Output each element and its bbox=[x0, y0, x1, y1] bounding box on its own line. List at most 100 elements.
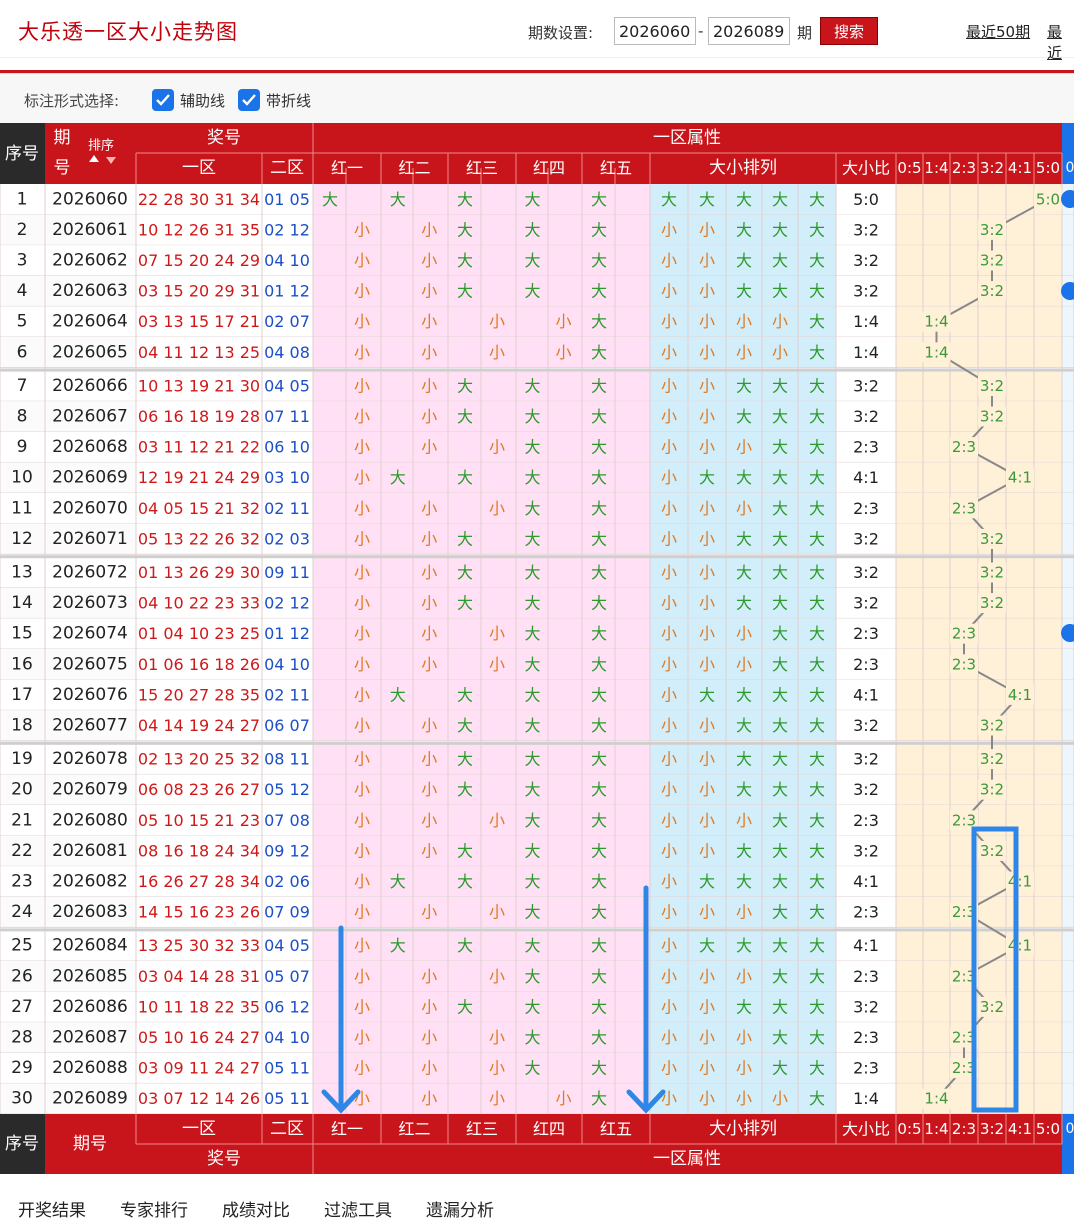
row-ratio: 1:4 bbox=[853, 312, 879, 331]
arrange-mark: 大 bbox=[809, 499, 825, 518]
arrange-mark: 大 bbox=[809, 624, 825, 643]
arrange-mark: 小 bbox=[736, 811, 752, 830]
row-seq: 27 bbox=[11, 997, 33, 1017]
nav-lottery-result[interactable]: 开奖结果 bbox=[18, 1196, 86, 1221]
nav-score-compare[interactable]: 成绩对比 bbox=[222, 1196, 290, 1221]
trend-table: 序号期号排序 奖号 一区属性一区 二区 红一 红二 红三 红四 红五 大小排列 大小比 0:5 1:4 2… bbox=[0, 123, 1074, 1174]
arrange-mark: 小 bbox=[661, 438, 677, 457]
extra-cell bbox=[1062, 991, 1074, 1023]
red-attr-mark: 小 bbox=[489, 624, 505, 643]
arrange-mark: 大 bbox=[809, 872, 825, 891]
red-attr-mark: 小 bbox=[489, 811, 505, 830]
arrange-mark: 大 bbox=[736, 468, 752, 487]
header-red-label: 红五 bbox=[600, 159, 632, 178]
arrange-mark: 小 bbox=[699, 376, 715, 395]
trend-point-label: 3:2 bbox=[980, 842, 1004, 860]
row-issue: 2026073 bbox=[52, 593, 128, 613]
footer-ratio-col: 4:1 bbox=[1008, 1120, 1032, 1138]
header-arrange-label: 大小排列 bbox=[709, 158, 777, 178]
row-front-numbers: 01 13 26 29 30 bbox=[138, 563, 260, 582]
arrange-mark: 小 bbox=[772, 1089, 788, 1108]
red-attr-mark: 大 bbox=[591, 343, 607, 362]
nav-expert-rank[interactable]: 专家排行 bbox=[120, 1196, 188, 1221]
row-ratio: 3:2 bbox=[853, 282, 879, 301]
row-issue: 2026066 bbox=[52, 376, 128, 396]
red-attr-mark: 小 bbox=[354, 499, 370, 518]
red-attr-mark: 小 bbox=[421, 750, 437, 769]
nav-filter-tool[interactable]: 过滤工具 bbox=[324, 1196, 392, 1221]
header-ratio-col: 4:1 bbox=[1008, 159, 1032, 177]
arrange-mark: 大 bbox=[809, 903, 825, 922]
arrange-mark: 小 bbox=[661, 750, 677, 769]
red-attr-mark: 小 bbox=[354, 936, 370, 955]
arrange-mark: 小 bbox=[661, 841, 677, 860]
arrange-mark: 大 bbox=[809, 967, 825, 986]
red-attr-mark: 小 bbox=[354, 967, 370, 986]
row-issue: 2026079 bbox=[52, 780, 128, 800]
footer-red-label: 红五 bbox=[600, 1120, 632, 1139]
arrange-mark: 大 bbox=[699, 685, 715, 704]
red-attr-mark: 大 bbox=[457, 282, 473, 301]
row-back-numbers: 05 12 bbox=[264, 780, 310, 799]
red-attr-mark: 小 bbox=[489, 343, 505, 362]
arrange-mark: 大 bbox=[772, 811, 788, 830]
red-attr-mark: 小 bbox=[354, 376, 370, 395]
row-ratio: 2:3 bbox=[853, 967, 879, 986]
red-attr-mark: 小 bbox=[354, 407, 370, 426]
arrange-mark: 大 bbox=[772, 1028, 788, 1047]
red-attr-mark: 大 bbox=[524, 407, 540, 426]
arrange-mark: 大 bbox=[772, 407, 788, 426]
row-ratio: 3:2 bbox=[853, 376, 879, 395]
arrange-mark: 大 bbox=[809, 343, 825, 362]
row-back-numbers: 05 11 bbox=[264, 1059, 310, 1078]
row-issue: 2026085 bbox=[52, 966, 128, 986]
row-seq: 2 bbox=[17, 220, 28, 240]
red-attr-mark: 大 bbox=[524, 468, 540, 487]
trend-point-label: 3:2 bbox=[980, 750, 1004, 768]
row-front-numbers: 12 19 21 24 29 bbox=[138, 468, 260, 487]
ratio-trend-cell bbox=[896, 930, 1062, 961]
red-attr-mark: 大 bbox=[457, 716, 473, 735]
row-back-numbers: 01 05 bbox=[264, 190, 310, 209]
extra-cell bbox=[1062, 431, 1074, 463]
arrange-mark: 大 bbox=[809, 282, 825, 301]
trend-point-label: 2:3 bbox=[952, 438, 976, 456]
arrange-mark: 大 bbox=[809, 685, 825, 704]
trend-point-label: 3:2 bbox=[980, 377, 1004, 395]
row-front-numbers: 03 13 15 17 21 bbox=[138, 312, 260, 331]
red-attr-mark: 小 bbox=[421, 841, 437, 860]
group-separator bbox=[0, 555, 1074, 559]
extra-cell bbox=[1062, 896, 1074, 928]
header-red-label: 红三 bbox=[466, 159, 498, 178]
arrange-mark: 小 bbox=[699, 251, 715, 270]
row-front-numbers: 04 10 22 23 33 bbox=[138, 594, 260, 613]
extra-cell bbox=[1062, 805, 1074, 836]
arrange-mark: 小 bbox=[772, 312, 788, 331]
row-issue: 2026081 bbox=[52, 841, 128, 861]
row-ratio: 4:1 bbox=[853, 468, 879, 487]
red-attr-mark: 大 bbox=[390, 872, 406, 891]
arrange-mark: 小 bbox=[736, 655, 752, 674]
arrange-mark: 小 bbox=[699, 499, 715, 518]
red-attr-mark: 小 bbox=[354, 1059, 370, 1078]
red-attr-mark: 大 bbox=[457, 376, 473, 395]
red-attr-mark: 大 bbox=[457, 750, 473, 769]
red-attr-mark: 大 bbox=[322, 190, 338, 209]
red-attr-mark: 小 bbox=[354, 624, 370, 643]
row-back-numbers: 02 11 bbox=[264, 685, 310, 704]
header-ratio-col: 0:5 bbox=[897, 159, 921, 177]
row-ratio: 4:1 bbox=[853, 936, 879, 955]
trend-point-label: 1:4 bbox=[924, 313, 948, 331]
footer-ratio-col: 0:5 bbox=[897, 1120, 921, 1138]
red-attr-mark: 大 bbox=[591, 220, 607, 239]
arrange-mark: 小 bbox=[661, 1059, 677, 1078]
arrange-mark: 小 bbox=[661, 499, 677, 518]
nav-missing-analysis[interactable]: 遗漏分析 bbox=[426, 1196, 494, 1221]
arrange-mark: 大 bbox=[809, 376, 825, 395]
red-attr-mark: 大 bbox=[591, 376, 607, 395]
arrange-mark: 小 bbox=[736, 499, 752, 518]
arrange-mark: 小 bbox=[699, 841, 715, 860]
arrange-mark: 大 bbox=[809, 811, 825, 830]
arrange-mark: 小 bbox=[661, 251, 677, 270]
row-ratio: 2:3 bbox=[853, 1059, 879, 1078]
